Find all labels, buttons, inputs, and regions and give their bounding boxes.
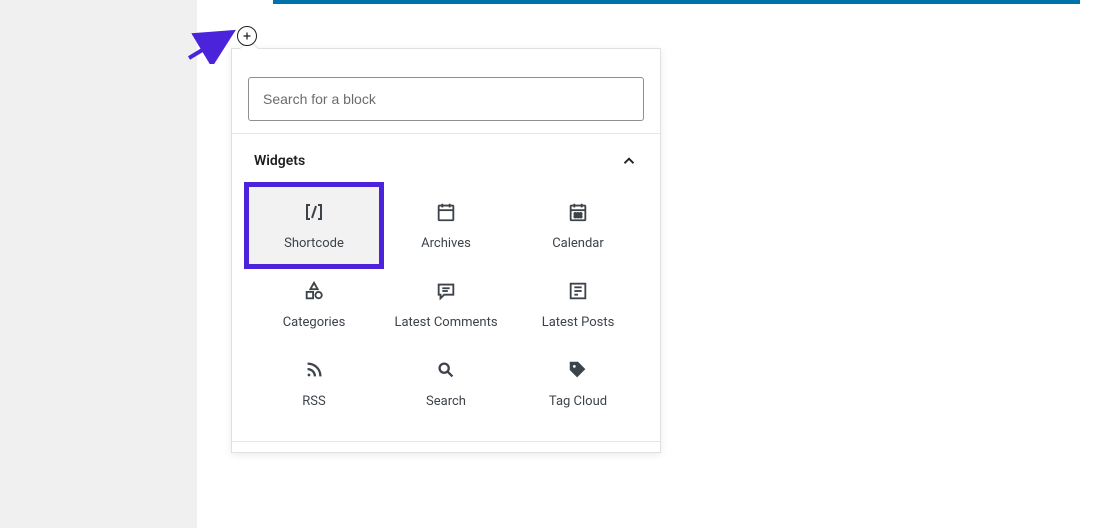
block-label: Search xyxy=(426,394,466,409)
block-item-categories[interactable]: Categories xyxy=(248,265,380,344)
search-wrapper xyxy=(232,65,660,134)
block-label: Latest Posts xyxy=(542,315,615,330)
block-inserter-panel: Widgets Shortcode Archives Calendar Categor… xyxy=(231,48,661,453)
block-label: Latest Comments xyxy=(394,315,497,330)
search-input[interactable] xyxy=(248,77,644,121)
editor-top-border xyxy=(273,0,1080,4)
block-item-latest-posts[interactable]: Latest Posts xyxy=(512,265,644,344)
left-gray-stripe xyxy=(0,0,197,528)
block-item-shortcode[interactable]: Shortcode xyxy=(248,186,380,265)
block-item-search[interactable]: Search xyxy=(380,344,512,423)
block-label: Calendar xyxy=(552,236,604,251)
block-label: Shortcode xyxy=(284,236,344,251)
calendar-icon xyxy=(566,200,590,224)
search-icon xyxy=(434,358,458,382)
categories-icon xyxy=(302,279,326,303)
shortcode-icon xyxy=(302,200,326,224)
block-item-tag-cloud[interactable]: Tag Cloud xyxy=(512,344,644,423)
rss-icon xyxy=(302,358,326,382)
archives-icon xyxy=(434,200,458,224)
latest-posts-icon xyxy=(566,279,590,303)
add-block-button[interactable] xyxy=(237,26,257,46)
block-item-latest-comments[interactable]: Latest Comments xyxy=(380,265,512,344)
tag-cloud-icon xyxy=(566,358,590,382)
block-item-calendar[interactable]: Calendar xyxy=(512,186,644,265)
block-label: Archives xyxy=(421,236,471,251)
category-title: Widgets xyxy=(254,153,305,169)
block-label: Categories xyxy=(283,315,346,330)
block-grid: Shortcode Archives Calendar Categories Lates… xyxy=(232,180,660,442)
latest-comments-icon xyxy=(434,279,458,303)
block-label: Tag Cloud xyxy=(549,394,607,409)
chevron-up-icon xyxy=(620,152,638,170)
plus-icon xyxy=(241,30,253,42)
block-item-archives[interactable]: Archives xyxy=(380,186,512,265)
block-item-rss[interactable]: RSS xyxy=(248,344,380,423)
category-header-widgets[interactable]: Widgets xyxy=(232,134,660,180)
block-label: RSS xyxy=(302,394,325,409)
